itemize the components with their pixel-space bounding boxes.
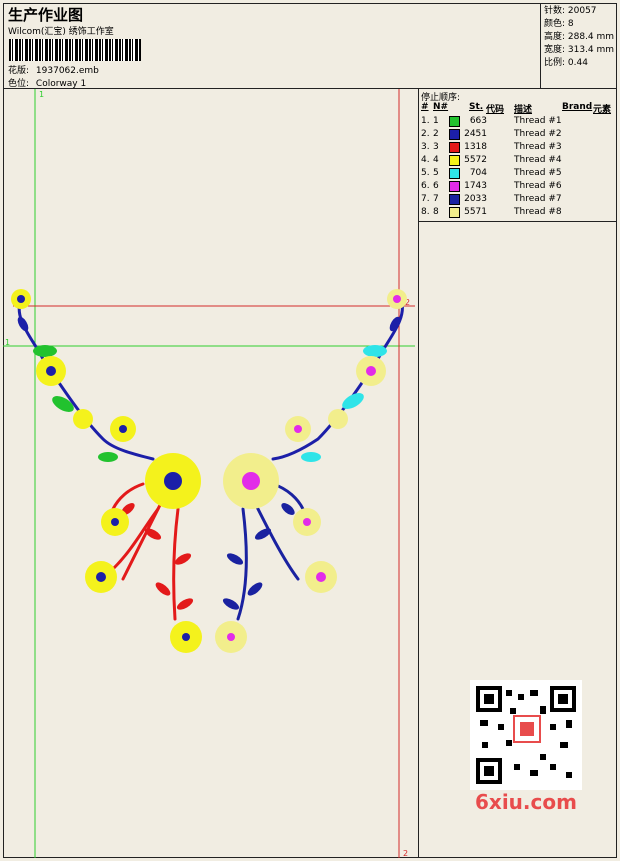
thread-index: 2. — [421, 129, 430, 139]
page-title: 生产作业图 — [8, 6, 84, 24]
pattern-row: 花版: 1937062.emb — [8, 63, 99, 76]
thread-table-header: # N# St. 代码 描述 Brand 元素 — [419, 102, 617, 115]
thread-code: 5572 — [464, 155, 487, 165]
thread-color-swatch — [449, 207, 460, 218]
header-no: N# — [433, 102, 449, 112]
header-index: # — [421, 102, 429, 112]
pattern-label: 花版: — [8, 66, 30, 76]
thread-description: Thread #3 — [514, 142, 562, 152]
thread-number: 4 — [433, 155, 439, 165]
thread-index: 1. — [421, 116, 430, 126]
colorway-label: 色位: — [8, 79, 30, 89]
thread-row: 8. 8 5571 Thread #8 — [419, 206, 617, 219]
thread-code: 2451 — [464, 129, 487, 139]
thread-code: 1743 — [464, 181, 487, 191]
thread-row: 4. 4 5572 Thread #4 — [419, 154, 617, 167]
header-element: 元素 — [593, 105, 612, 115]
thread-description: Thread #8 — [514, 207, 562, 217]
thread-color-swatch — [449, 142, 460, 153]
thread-color-swatch — [449, 129, 460, 140]
thread-code: 704 — [469, 168, 487, 178]
qr-code-image — [470, 680, 582, 790]
thread-number: 6 — [433, 181, 439, 191]
watermark-brand: 6xiu.com — [475, 790, 577, 814]
thread-index: 6. — [421, 181, 430, 191]
guide-label-2-bottom: 2 — [403, 849, 408, 858]
thread-number: 7 — [433, 194, 439, 204]
leaves — [17, 316, 401, 610]
thread-number: 5 — [433, 168, 439, 178]
thread-description: Thread #6 — [514, 181, 562, 191]
design-preview: 1 1 2 2 — [3, 89, 419, 858]
thread-index: 4. — [421, 155, 430, 165]
thread-code: 663 — [469, 116, 487, 126]
design-width: 宽度: 313.4 mm — [544, 45, 615, 55]
thread-color-swatch — [449, 116, 460, 127]
guide-label-1-left: 1 — [5, 338, 10, 347]
thread-index: 8. — [421, 207, 430, 217]
thread-description: Thread #4 — [514, 155, 562, 165]
barcode — [9, 39, 141, 61]
guide-label-1-top: 1 — [39, 90, 44, 99]
thread-index: 3. — [421, 142, 430, 152]
qr-code — [470, 680, 582, 790]
header-brand: Brand — [562, 102, 593, 112]
stitch-count: 针数: 20057 — [544, 6, 597, 16]
design-height: 高度: 288.4 mm — [544, 32, 615, 42]
thread-number: 2 — [433, 129, 439, 139]
thread-code: 5571 — [464, 207, 487, 217]
thread-row: 2. 2 2451 Thread #2 — [419, 128, 617, 141]
embroidery-design: 1 1 2 2 — [3, 89, 415, 858]
header: 生产作业图 Wilcom(汇宝) 绣饰工作室 花版: 1937062.emb 色… — [3, 3, 541, 89]
thread-number: 8 — [433, 207, 439, 217]
header-code: 代码 — [486, 105, 505, 115]
thread-number: 1 — [433, 116, 439, 126]
header-desc: 描述 — [514, 105, 533, 115]
header-st: St. — [469, 102, 484, 112]
thread-code: 1318 — [464, 142, 487, 152]
thread-row: 1. 1 663 Thread #1 — [419, 115, 617, 128]
thread-color-swatch — [449, 194, 460, 205]
software-subtitle: Wilcom(汇宝) 绣饰工作室 — [8, 27, 114, 37]
colorway-row: 色位: Colorway 1 — [8, 76, 86, 89]
thread-row: 3. 3 1318 Thread #3 — [419, 141, 617, 154]
thread-description: Thread #7 — [514, 194, 562, 204]
pattern-value: 1937062.emb — [35, 66, 99, 76]
thread-description: Thread #1 — [514, 116, 562, 126]
thread-color-swatch — [449, 168, 460, 179]
flowers — [11, 289, 407, 653]
thread-stop-sequence: 停止顺序: # N# St. 代码 描述 Brand 元素 1. 1 663 Thre… — [419, 89, 617, 222]
scale-ratio: 比例: 0.44 — [544, 58, 588, 68]
stems — [17, 297, 404, 621]
thread-code: 2033 — [464, 194, 487, 204]
thread-color-swatch — [449, 155, 460, 166]
color-count: 颜色: 8 — [544, 19, 574, 29]
thread-color-swatch — [449, 181, 460, 192]
thread-index: 7. — [421, 194, 430, 204]
thread-number: 3 — [433, 142, 439, 152]
colorway-value: Colorway 1 — [35, 79, 87, 89]
design-stats: 针数: 20057 颜色: 8 高度: 288.4 mm 宽度: 313.4 m… — [541, 3, 617, 89]
thread-index: 5. — [421, 168, 430, 178]
thread-description: Thread #5 — [514, 168, 562, 178]
thread-row: 6. 6 1743 Thread #6 — [419, 180, 617, 193]
thread-row: 5. 5 704 Thread #5 — [419, 167, 617, 180]
thread-description: Thread #2 — [514, 129, 562, 139]
thread-row: 7. 7 2033 Thread #7 — [419, 193, 617, 206]
